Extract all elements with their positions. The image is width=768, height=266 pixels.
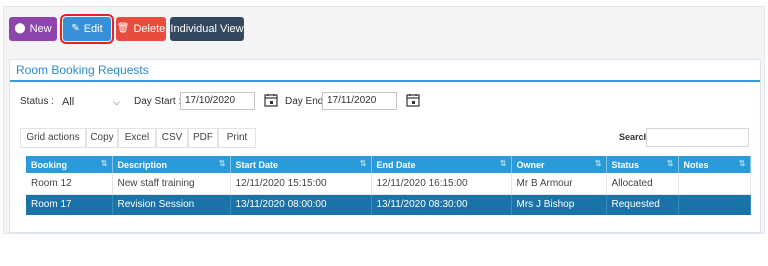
individual-view-button-label: Individual View (170, 23, 244, 35)
delete-button-label: Delete (133, 23, 166, 35)
sort-icon: ⇅ (666, 159, 674, 168)
column-header[interactable]: Start Date ⇅ (230, 156, 372, 173)
calendar-icon[interactable] (264, 93, 278, 107)
column-header[interactable]: Owner ⇅ (511, 156, 607, 173)
table-cell (678, 173, 751, 195)
bookings-table: Booking ⇅ Description ⇅ Start Date ⇅ End Da… (26, 156, 751, 215)
table-cell: Room 17 (26, 194, 113, 215)
table-cell: Revision Session (112, 194, 231, 215)
filter-bar: Status : All ⌵ Day Start : 17/10/2020 Da… (20, 92, 520, 112)
day-end-input[interactable]: 17/11/2020 (322, 92, 397, 110)
copy-button[interactable]: Copy (86, 128, 118, 148)
table-cell: Allocated (606, 173, 679, 195)
grid-actions-button[interactable]: Grid actions (20, 128, 86, 148)
chevron-down-icon: ⌵ (113, 97, 120, 107)
edit-icon: ✎ (71, 23, 80, 34)
column-header[interactable]: End Date ⇅ (371, 156, 512, 173)
day-start-label: Day Start : (134, 96, 182, 107)
column-header[interactable]: Description ⇅ (112, 156, 231, 173)
search-input[interactable] (646, 128, 749, 147)
table-cell: Mrs J Bishop (511, 194, 607, 215)
table-cell: Mr B Armour (511, 173, 607, 195)
new-button-label: New (29, 23, 52, 35)
content-area: ⬤ New ✎ Edit 🗑 Delete Individual View Ro… (3, 6, 765, 234)
table-cell (678, 194, 751, 215)
status-select-value: All (62, 96, 75, 108)
edit-button-label: Edit (83, 23, 103, 35)
table-cell: 12/11/2020 16:15:00 (371, 173, 512, 195)
status-select[interactable]: All ⌵ (56, 92, 124, 112)
room-booking-panel: Room Booking Requests Status : All ⌵ Day… (9, 59, 761, 233)
pdf-button[interactable]: PDF (188, 128, 218, 148)
sort-icon: ⇅ (100, 159, 108, 168)
panel-title: Room Booking Requests (10, 60, 760, 82)
table-cell: New staff training (112, 173, 231, 195)
print-button[interactable]: Print (218, 128, 256, 148)
column-header[interactable]: Notes ⇅ (678, 156, 751, 173)
sort-icon: ⇅ (499, 159, 507, 168)
table-cell: 13/11/2020 08:30:00 (371, 194, 512, 215)
sort-icon: ⇅ (594, 159, 602, 168)
column-header[interactable]: Booking ⇅ (26, 156, 113, 173)
new-button[interactable]: ⬤ New (9, 17, 57, 41)
column-header[interactable]: Status ⇅ (606, 156, 679, 173)
day-start-input[interactable]: 17/10/2020 (180, 92, 255, 110)
sort-icon: ⇅ (218, 159, 226, 168)
table-cell: 13/11/2020 08:00:00 (230, 194, 372, 215)
plus-circle-icon: ⬤ (14, 23, 26, 34)
table-header-row: Booking ⇅ Description ⇅ Start Date ⇅ End Da… (26, 156, 751, 173)
delete-button[interactable]: 🗑 Delete (116, 17, 166, 41)
calendar-icon[interactable] (406, 93, 420, 107)
csv-button[interactable]: CSV (156, 128, 188, 148)
table-row[interactable]: Room 12 New staff training 12/11/2020 15… (26, 173, 751, 195)
table-cell: Room 12 (26, 173, 113, 195)
trash-icon: 🗑 (116, 23, 130, 34)
table-row-selected[interactable]: Room 17 Revision Session 13/11/2020 08:0… (26, 194, 751, 215)
sort-icon: ⇅ (738, 159, 746, 168)
edit-button[interactable]: ✎ Edit (60, 14, 114, 44)
individual-view-button[interactable]: Individual View (170, 17, 244, 41)
excel-button[interactable]: Excel (118, 128, 156, 148)
sort-icon: ⇅ (359, 159, 367, 168)
table-cell: Requested (606, 194, 679, 215)
table-cell: 12/11/2020 15:15:00 (230, 173, 372, 195)
status-label: Status : (20, 96, 54, 107)
